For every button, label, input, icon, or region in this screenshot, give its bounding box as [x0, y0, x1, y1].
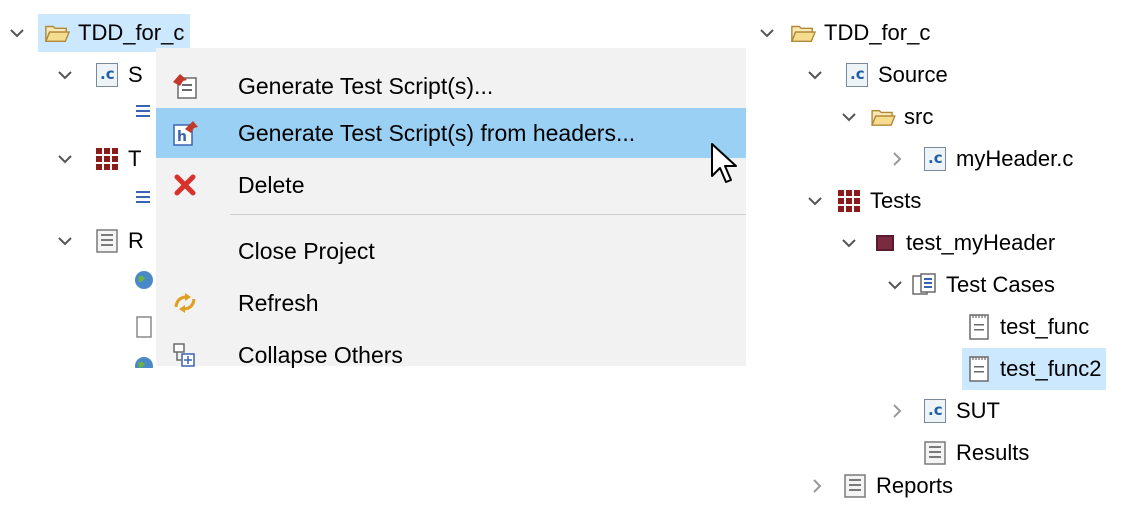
chevron-down-icon[interactable] — [54, 148, 76, 170]
c-source-folder-icon: .c — [844, 62, 870, 88]
folder-open-icon — [44, 20, 70, 46]
tree-item-label: Reports — [876, 473, 954, 498]
chevron-down-icon[interactable] — [838, 106, 860, 128]
test-case-file-icon — [966, 314, 992, 340]
right-tree-item-test-func2[interactable]: test_func2 — [962, 348, 1106, 390]
tree-item-label: Source — [878, 62, 948, 87]
chevron-down-icon[interactable] — [838, 232, 860, 254]
folder-open-icon — [870, 104, 896, 130]
tree-item-label: Tests — [870, 188, 922, 213]
chevron-down-icon[interactable] — [884, 274, 906, 296]
chevron-down-icon[interactable] — [804, 190, 826, 212]
tree-item-label: TDD_for_c — [78, 20, 185, 45]
list-icon — [136, 104, 150, 118]
chevron-right-icon[interactable] — [886, 148, 908, 170]
test-case-file-icon — [966, 356, 992, 382]
chevron-down-icon[interactable] — [756, 22, 778, 44]
tree-item-label: Test Cases — [946, 272, 1055, 297]
tree-item-label: S — [128, 62, 143, 87]
generate-from-headers-icon: h — [170, 118, 200, 148]
chevron-down-icon[interactable] — [804, 64, 826, 86]
tests-grid-icon — [94, 146, 120, 172]
tree-item-label: test_func — [1000, 314, 1090, 339]
menu-separator — [230, 214, 746, 215]
right-tree-item-myheader[interactable]: .c myHeader.c — [886, 138, 1073, 180]
list-icon — [136, 190, 150, 204]
svg-text:h: h — [177, 129, 187, 145]
right-tree-item-test-myheader[interactable]: test_myHeader — [838, 222, 1055, 264]
c-source-folder-icon: .c — [94, 62, 120, 88]
menu-item-label: Generate Test Script(s) from headers... — [238, 119, 636, 146]
tree-item-label: src — [904, 104, 934, 129]
left-tree-item-source[interactable]: .c S — [54, 54, 143, 96]
c-source-folder-icon: .c — [922, 398, 948, 424]
chevron-down-icon[interactable] — [54, 230, 76, 252]
test-suite-icon — [872, 230, 898, 256]
chevron-right-icon[interactable] — [806, 475, 828, 497]
tree-item-label: myHeader.c — [956, 146, 1074, 171]
context-menu: Generate Test Script(s)... h Generate Te… — [156, 48, 746, 368]
menu-item-label: Close Project — [238, 237, 375, 264]
mouse-cursor-icon — [710, 142, 738, 186]
refresh-icon — [170, 288, 200, 318]
menu-item-label: Generate Test Script(s)... — [238, 72, 494, 99]
globe-icon — [134, 356, 154, 368]
delete-icon — [170, 170, 200, 200]
generate-script-icon — [170, 71, 200, 101]
chevron-down-icon[interactable] — [54, 64, 76, 86]
globe-icon — [134, 270, 154, 290]
menu-item-label: Delete — [238, 171, 305, 198]
right-tree-item-test-cases[interactable]: Test Cases — [884, 264, 1055, 306]
tree-item-label: TDD_for_c — [824, 20, 931, 45]
tree-item-label: R — [128, 228, 144, 253]
chevron-down-icon[interactable] — [6, 22, 28, 44]
report-document-icon — [94, 228, 120, 254]
report-document-icon — [842, 473, 868, 499]
menu-item-generate-from-headers[interactable]: h Generate Test Script(s) from headers..… — [156, 108, 746, 158]
menu-item-label: Refresh — [238, 289, 319, 316]
report-document-icon — [922, 440, 948, 466]
test-cases-icon — [912, 272, 938, 298]
right-tree-root[interactable]: TDD_for_c — [756, 12, 930, 54]
tree-item-label: test_func2 — [1000, 356, 1102, 381]
menu-item-refresh[interactable]: Refresh — [156, 278, 746, 328]
left-tree-item-tests[interactable]: T — [54, 138, 141, 180]
menu-item-close-project[interactable]: Close Project — [156, 226, 746, 276]
menu-item-label: Collapse Others — [238, 341, 403, 368]
menu-item-delete[interactable]: Delete — [156, 160, 746, 210]
menu-item-collapse-others[interactable]: Collapse Others — [156, 330, 746, 380]
document-icon — [136, 316, 152, 338]
right-tree-item-reports[interactable]: Reports — [806, 466, 953, 506]
c-file-icon: .c — [922, 146, 948, 172]
chevron-right-icon[interactable] — [886, 400, 908, 422]
right-tree-item-test-func[interactable]: test_func — [966, 306, 1089, 348]
right-tree-item-src[interactable]: src — [838, 96, 933, 138]
tree-item-label: Results — [956, 440, 1030, 465]
right-tree-item-source[interactable]: .c Source — [804, 54, 948, 96]
tree-item-label: T — [128, 146, 142, 171]
tree-item-label: test_myHeader — [906, 230, 1056, 255]
tree-item-label: SUT — [956, 398, 1000, 423]
right-tree-item-tests[interactable]: Tests — [804, 180, 921, 222]
folder-open-icon — [790, 20, 816, 46]
left-tree-item-reports[interactable]: R — [54, 220, 144, 262]
tests-grid-icon — [836, 188, 862, 214]
right-tree-item-sut[interactable]: .c SUT — [886, 390, 1000, 432]
collapse-icon — [170, 340, 200, 370]
menu-item-generate-test-scripts[interactable]: Generate Test Script(s)... — [156, 61, 746, 111]
